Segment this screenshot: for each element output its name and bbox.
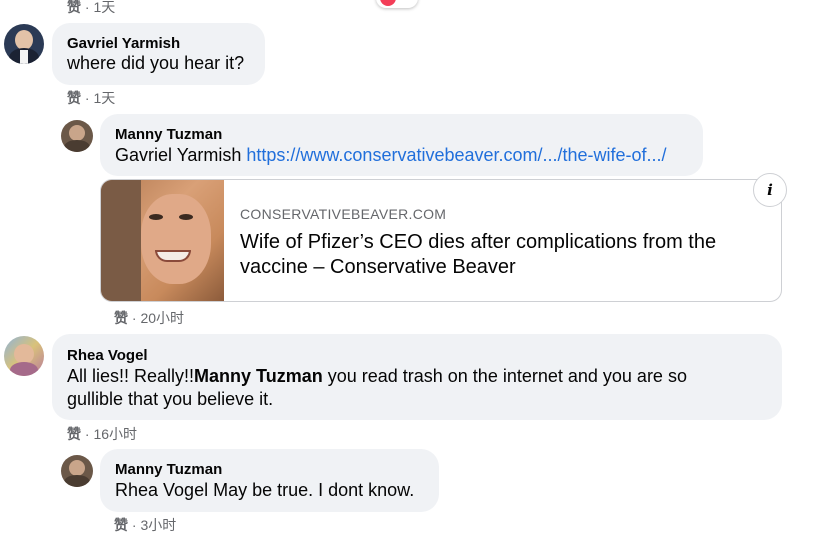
- comment-author[interactable]: Gavriel Yarmish: [67, 35, 180, 52]
- like-link[interactable]: 赞: [114, 310, 128, 326]
- like-link[interactable]: 赞: [67, 426, 81, 442]
- comment-bubble: Gavriel Yarmish where did you hear it?: [52, 23, 265, 85]
- link-preview-domain: CONSERVATIVEBEAVER.COM: [240, 206, 447, 222]
- comment-text: All lies!! Really!!Manny Tuzman you read…: [67, 366, 687, 386]
- like-link[interactable]: 赞: [67, 0, 81, 15]
- comment-text: Gavriel Yarmish https://www.conservative…: [115, 144, 667, 167]
- mention[interactable]: Manny Tuzman: [194, 366, 323, 386]
- comment-meta: 赞 · 1天: [67, 90, 116, 106]
- info-icon[interactable]: i: [753, 173, 787, 207]
- timestamp[interactable]: 16小时: [93, 426, 137, 442]
- timestamp[interactable]: 1天: [93, 90, 115, 106]
- comment-meta: 赞 · 20小时: [114, 310, 185, 326]
- avatar-rhea-vogel[interactable]: [4, 336, 44, 376]
- comment-text: Rhea Vogel May be true. I dont know.: [115, 480, 415, 500]
- link-preview-title[interactable]: Wife of Pfizer’s CEO dies after complica…: [240, 230, 760, 280]
- comment-bubble: Manny Tuzman Gavriel Yarmish https://www…: [100, 114, 703, 176]
- avatar-manny-tuzman[interactable]: [61, 120, 93, 152]
- link-preview-card[interactable]: CONSERVATIVEBEAVER.COM Wife of Pfizer’s …: [100, 179, 782, 302]
- timestamp[interactable]: 1天: [93, 0, 115, 15]
- comment-author[interactable]: Manny Tuzman: [115, 126, 222, 143]
- like-link[interactable]: 赞: [114, 517, 128, 533]
- comment-text-line2: gullible that you believe it.: [67, 389, 274, 409]
- comment-text: where did you hear it?: [67, 53, 245, 73]
- love-reaction-icon: [380, 0, 396, 6]
- comment-bubble: Rhea Vogel All lies!! Really!!Manny Tuzm…: [52, 334, 782, 420]
- comment-author[interactable]: Rhea Vogel: [67, 347, 148, 364]
- reaction-badge[interactable]: [376, 0, 418, 8]
- link-preview-image[interactable]: [101, 180, 224, 301]
- comment-meta-top: 赞 · 1天: [67, 0, 116, 15]
- mention[interactable]: Gavriel Yarmish: [115, 145, 241, 165]
- comment-meta: 赞 · 3小时: [114, 517, 177, 533]
- comment-bubble: Manny Tuzman Rhea Vogel May be true. I d…: [100, 449, 439, 512]
- timestamp[interactable]: 20小时: [140, 310, 184, 326]
- avatar-gavriel-yarmish[interactable]: [4, 24, 44, 64]
- like-link[interactable]: 赞: [67, 90, 81, 106]
- comment-author[interactable]: Manny Tuzman: [115, 461, 222, 478]
- avatar-manny-tuzman[interactable]: [61, 455, 93, 487]
- comment-link[interactable]: https://www.conservativebeaver.com/.../t…: [246, 145, 666, 165]
- comment-meta: 赞 · 16小时: [67, 426, 138, 442]
- timestamp[interactable]: 3小时: [140, 517, 176, 533]
